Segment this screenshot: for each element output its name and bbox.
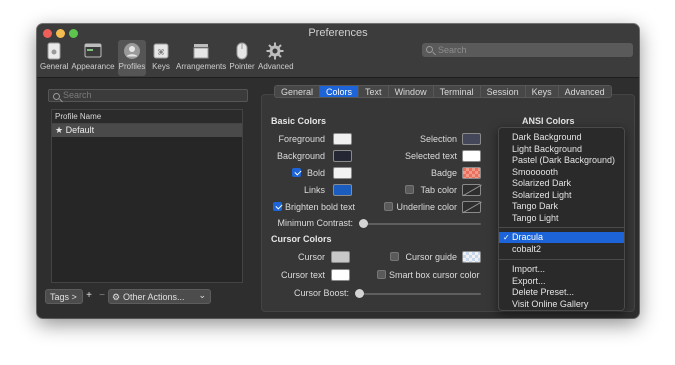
pointer-icon — [233, 42, 251, 60]
badge-label: Badge — [430, 168, 457, 178]
selection-label: Selection — [419, 134, 457, 144]
selection-swatch[interactable] — [462, 133, 481, 145]
ansi-colors-heading: ANSI Colors — [522, 116, 575, 126]
tab-advanced[interactable]: Advanced — [559, 86, 611, 97]
tab-text[interactable]: Text — [359, 86, 389, 97]
brighten-bold-label: Brighten bold text — [285, 202, 356, 212]
tab-terminal[interactable]: Terminal — [434, 86, 481, 97]
add-profile-button[interactable]: + — [82, 289, 96, 304]
default-star-icon: ★ — [55, 125, 64, 135]
cursor-colors-heading: Cursor Colors — [271, 234, 332, 244]
remove-profile-button[interactable]: − — [96, 289, 108, 304]
preferences-window: Preferences General Appearance Profiles … — [37, 24, 639, 318]
tab-color-label: Tab color — [420, 185, 457, 195]
general-icon — [45, 42, 63, 60]
arrangements-icon — [192, 42, 210, 60]
keys-icon: ⌘ — [152, 42, 170, 60]
bold-label: Bold — [306, 168, 325, 178]
cursor-boost-slider[interactable] — [355, 289, 481, 298]
tab-general[interactable]: General — [275, 86, 321, 97]
delete-preset-item[interactable]: Delete Preset... — [499, 287, 624, 298]
foreground-swatch[interactable] — [333, 133, 352, 145]
profile-list: Profile Name ★ Default — [51, 109, 243, 283]
chevron-down-icon: ⌄ — [198, 290, 206, 300]
menu-separator — [499, 259, 624, 260]
cursor-text-swatch[interactable] — [331, 269, 350, 281]
toolbar-advanced[interactable]: Advanced — [258, 40, 294, 76]
checkmark-icon: ✓ — [503, 233, 510, 242]
foreground-label: Foreground — [278, 134, 325, 144]
links-swatch[interactable] — [333, 184, 352, 196]
preset-item[interactable]: Solarized Light — [499, 190, 624, 201]
search-icon — [53, 93, 60, 100]
tab-colors[interactable]: Colors — [320, 86, 360, 97]
selected-text-swatch[interactable] — [462, 150, 481, 162]
svg-text:⌘: ⌘ — [158, 49, 165, 57]
titlebar: Preferences General Appearance Profiles … — [37, 24, 639, 78]
toolbar-appearance[interactable]: Appearance — [71, 40, 115, 76]
underline-color-swatch[interactable] — [462, 201, 481, 213]
profile-search-input[interactable]: Search — [48, 89, 248, 102]
appearance-icon — [84, 42, 102, 60]
other-actions-menu[interactable]: ⚙ Other Actions... ⌄ — [108, 289, 211, 304]
tab-color-swatch[interactable] — [462, 184, 481, 196]
profile-row-default[interactable]: ★ Default — [52, 124, 242, 137]
window-title: Preferences — [308, 27, 368, 39]
cursor-boost-label: Cursor Boost: — [293, 288, 349, 298]
tags-button[interactable]: Tags > — [45, 289, 83, 304]
profile-tabs: General Colors Text Window Terminal Sess… — [274, 85, 612, 98]
visit-gallery-item[interactable]: Visit Online Gallery — [499, 299, 624, 310]
smart-box-checkbox[interactable] — [377, 270, 386, 279]
badge-swatch[interactable] — [462, 167, 481, 179]
search-icon — [426, 46, 433, 53]
toolbar-search-input[interactable]: Search — [422, 43, 633, 57]
cursor-text-label: Cursor text — [280, 270, 325, 280]
basic-colors-heading: Basic Colors — [271, 116, 327, 126]
background-label: Background — [276, 151, 325, 161]
cursor-guide-swatch[interactable] — [462, 251, 481, 263]
cursor-guide-label: Cursor guide — [405, 252, 457, 262]
color-presets-menu: Dark Background Light Background Pastel … — [498, 127, 625, 311]
toolbar-profiles[interactable]: Profiles — [118, 40, 146, 76]
cursor-swatch[interactable] — [331, 251, 350, 263]
preset-item-selected[interactable]: ✓ Dracula — [499, 232, 624, 243]
slider-knob[interactable] — [359, 219, 368, 228]
links-label: Links — [303, 185, 325, 195]
import-preset-item[interactable]: Import... — [499, 264, 624, 275]
preset-item[interactable]: Tango Light — [499, 213, 624, 224]
slider-knob[interactable] — [355, 289, 364, 298]
preset-item[interactable]: Light Background — [499, 144, 624, 155]
toolbar-general[interactable]: General — [40, 40, 68, 76]
gear-icon: ⚙ — [112, 292, 121, 302]
toolbar-arrangements[interactable]: Arrangements — [176, 40, 226, 76]
preset-item[interactable]: Smoooooth — [499, 167, 624, 178]
menu-separator — [499, 227, 624, 228]
tab-session[interactable]: Session — [481, 86, 526, 97]
preset-item[interactable]: Tango Dark — [499, 201, 624, 212]
minimum-contrast-slider[interactable] — [359, 219, 481, 228]
profiles-icon — [123, 42, 141, 60]
tab-keys[interactable]: Keys — [526, 86, 559, 97]
profile-name: Default — [65, 125, 95, 135]
preset-item[interactable]: cobalt2 — [499, 244, 624, 255]
background-swatch[interactable] — [333, 150, 352, 162]
toolbar-pointer[interactable]: Pointer — [228, 40, 256, 76]
preset-item[interactable]: Pastel (Dark Background) — [499, 155, 624, 166]
preset-item[interactable]: Dark Background — [499, 132, 624, 143]
gear-icon — [266, 42, 284, 60]
selected-text-label: Selected text — [404, 151, 457, 161]
bold-swatch[interactable] — [333, 167, 352, 179]
minimum-contrast-label: Minimum Contrast: — [277, 218, 353, 228]
brighten-bold-checkbox[interactable] — [273, 202, 282, 211]
profile-name-column-header[interactable]: Profile Name — [52, 110, 242, 124]
underline-color-label: Underline color — [396, 202, 457, 212]
export-preset-item[interactable]: Export... — [499, 276, 624, 287]
tab-window[interactable]: Window — [389, 86, 434, 97]
cursor-label: Cursor — [297, 252, 325, 262]
preset-item[interactable]: Solarized Dark — [499, 178, 624, 189]
smart-box-label: Smart box cursor color — [389, 270, 480, 280]
toolbar-keys[interactable]: ⌘ Keys — [149, 40, 173, 76]
